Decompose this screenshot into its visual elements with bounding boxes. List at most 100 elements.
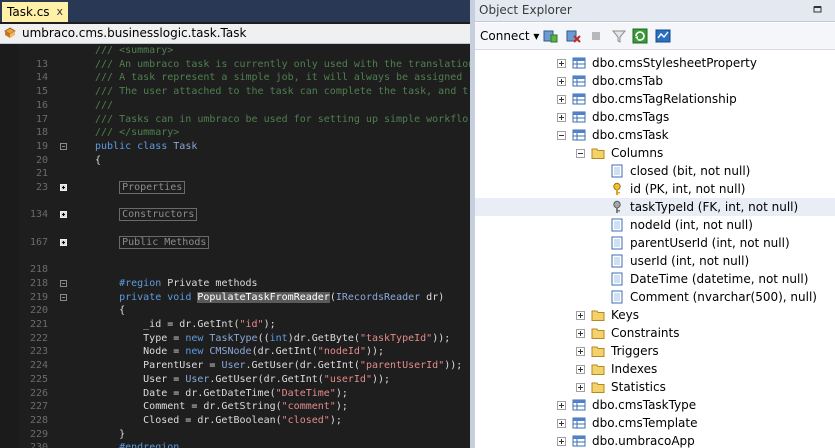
tree-node[interactable]: Comment (nvarchar(500), null) xyxy=(475,288,835,306)
code-line[interactable]: 227 Comment = dr.GetString("comment"); xyxy=(0,400,470,414)
code-line[interactable] xyxy=(0,250,470,264)
expand-node-icon[interactable] xyxy=(557,437,566,446)
connect-server-icon[interactable] xyxy=(542,28,558,44)
tree-node[interactable]: Statistics xyxy=(475,378,835,396)
collapsed-region[interactable]: Public Methods xyxy=(119,235,210,249)
code-line[interactable]: 14 /// A task represent a simple job, it … xyxy=(0,71,470,85)
tree-node[interactable]: Indexes xyxy=(475,360,835,378)
code-line[interactable]: 218 xyxy=(0,263,470,277)
code-line[interactable]: 226 Date = dr.GetDateTime("DateTime"); xyxy=(0,387,470,401)
code-token: .GetUser(dr.GetInt( xyxy=(245,360,360,372)
object-explorer-tree[interactable]: dbo.cmsStylesheetProperty dbo.cmsTab dbo.c… xyxy=(475,50,835,448)
expand-node-icon[interactable] xyxy=(557,77,566,86)
code-line[interactable]: 219 private void PopulateTaskFromReader(… xyxy=(0,291,470,305)
expand-region-icon[interactable] xyxy=(60,211,67,219)
code-line[interactable] xyxy=(0,195,470,209)
connect-button[interactable]: Connect ▾ xyxy=(480,27,539,45)
expand-node-icon[interactable] xyxy=(576,383,585,392)
tree-node[interactable]: dbo.cmsTags xyxy=(475,108,835,126)
expand-node-icon[interactable] xyxy=(576,329,585,338)
close-tab-icon[interactable]: x xyxy=(56,2,63,22)
tree-node[interactable]: dbo.cmsTab xyxy=(475,72,835,90)
document-tab-task-cs[interactable]: Task.cs x xyxy=(2,2,68,22)
tree-node[interactable]: Keys xyxy=(475,306,835,324)
tree-node[interactable]: Columns xyxy=(475,144,835,162)
code-line[interactable]: 21 xyxy=(0,167,470,181)
stop-icon[interactable] xyxy=(588,28,604,44)
code-text: ParentUser = User.GetUser(dr.GetInt("par… xyxy=(95,359,462,373)
code-line[interactable]: 223 Node = new CMSNode(dr.GetInt("nodeId… xyxy=(0,345,470,359)
code-line[interactable]: 229 } xyxy=(0,428,470,442)
activity-monitor-icon[interactable] xyxy=(655,28,671,44)
tree-node[interactable]: dbo.cmsTemplate xyxy=(475,414,835,432)
tree-node[interactable]: dbo.cmsTaskType xyxy=(475,396,835,414)
keyword-token: public class xyxy=(95,140,174,152)
code-line[interactable]: 134 Constructors xyxy=(0,208,470,222)
collapse-region-icon[interactable] xyxy=(60,142,67,150)
collapse-region-icon[interactable] xyxy=(60,293,67,301)
code-line[interactable]: 218 #region Private methods xyxy=(0,277,470,291)
code-line[interactable]: 224 ParentUser = User.GetUser(dr.GetInt(… xyxy=(0,359,470,373)
code-line[interactable]: 17 /// Tasks can in umbraco be used for s… xyxy=(0,113,470,127)
expand-node-icon[interactable] xyxy=(576,311,585,320)
collapse-node-icon[interactable] xyxy=(576,149,585,158)
tree-node[interactable]: DateTime (datetime, not null) xyxy=(475,270,835,288)
tree-node[interactable]: Triggers xyxy=(475,342,835,360)
expand-node-icon[interactable] xyxy=(557,401,566,410)
expand-node-icon[interactable] xyxy=(557,95,566,104)
pin-icon[interactable] xyxy=(813,6,823,14)
code-line[interactable]: 220 { xyxy=(0,304,470,318)
collapsed-region[interactable]: Constructors xyxy=(119,208,198,222)
code-line[interactable]: 20 { xyxy=(0,154,470,168)
keyword-token: #endregion xyxy=(119,442,180,448)
filter-icon[interactable] xyxy=(611,28,627,44)
expand-node-icon[interactable] xyxy=(557,59,566,68)
tree-node[interactable]: dbo.umbracoApp xyxy=(475,432,835,448)
code-line[interactable]: 15 /// The user attached to the task can … xyxy=(0,85,470,99)
code-line[interactable]: 230 #endregion xyxy=(0,441,470,448)
code-line[interactable]: 167 Public Methods xyxy=(0,235,470,250)
expand-region-icon[interactable] xyxy=(60,184,67,191)
collapse-region-icon[interactable] xyxy=(60,279,67,287)
expand-node-icon[interactable] xyxy=(576,347,585,356)
code-line[interactable]: 221 _id = dr.GetInt("id"); xyxy=(0,318,470,332)
tree-node[interactable]: dbo.cmsTask xyxy=(475,126,835,144)
code-line[interactable]: 19 public class Task xyxy=(0,140,470,154)
code-line[interactable]: 222 Type = new TaskType((int)dr.GetByte(… xyxy=(0,332,470,346)
code-line[interactable]: 228 Closed = dr.GetBoolean("closed"); xyxy=(0,414,470,428)
line-number: 13 xyxy=(35,58,48,70)
code-area[interactable]: /// <summary> 13 /// An umbraco task is cu… xyxy=(0,44,470,448)
code-line[interactable] xyxy=(0,222,470,236)
tree-node[interactable]: userId (int, not null) xyxy=(475,252,835,270)
tree-node[interactable]: taskTypeId (FK, int, not null) xyxy=(475,198,835,216)
code-line[interactable]: 13 /// An umbraco task is currently only … xyxy=(0,58,470,72)
disconnect-server-icon[interactable] xyxy=(565,28,581,44)
tree-node[interactable]: dbo.cmsTagRelationship xyxy=(475,90,835,108)
tree-node[interactable]: Constraints xyxy=(475,324,835,342)
code-line[interactable]: 18 /// </summary> xyxy=(0,126,470,140)
expand-node-icon[interactable] xyxy=(576,365,585,374)
type-navigation-bar[interactable]: umbraco.cms.businesslogic.task.Task xyxy=(0,24,470,44)
tree-node[interactable]: parentUserId (int, not null) xyxy=(475,234,835,252)
expand-region-icon[interactable] xyxy=(60,238,67,246)
code-text: /// </summary> xyxy=(95,126,179,140)
code-line[interactable]: 225 User = User.GetUser(dr.GetInt("userI… xyxy=(0,373,470,387)
code-line[interactable]: 23 Properties xyxy=(0,181,470,195)
table-icon xyxy=(572,92,586,106)
collapse-node-icon[interactable] xyxy=(557,131,566,140)
code-line[interactable]: 16 /// xyxy=(0,99,470,113)
tree-node[interactable]: closed (bit, not null) xyxy=(475,162,835,180)
expand-node-icon[interactable] xyxy=(557,113,566,122)
document-tab-label: Task.cs xyxy=(7,5,50,19)
expand-node-icon[interactable] xyxy=(557,419,566,428)
code-line[interactable]: /// <summary> xyxy=(0,44,470,58)
code-text: Type = new TaskType((int)dr.GetByte("tas… xyxy=(95,332,450,346)
code-text: /// A task represent a simple job, it wi… xyxy=(95,71,462,85)
line-number: 221 xyxy=(29,319,48,330)
tree-node[interactable]: dbo.cmsStylesheetProperty xyxy=(475,54,835,72)
refresh-icon[interactable] xyxy=(632,28,648,44)
collapsed-region[interactable]: Properties xyxy=(119,181,186,194)
tree-node[interactable]: id (PK, int, not null) xyxy=(475,180,835,198)
tree-node[interactable]: nodeId (int, not null) xyxy=(475,216,835,234)
